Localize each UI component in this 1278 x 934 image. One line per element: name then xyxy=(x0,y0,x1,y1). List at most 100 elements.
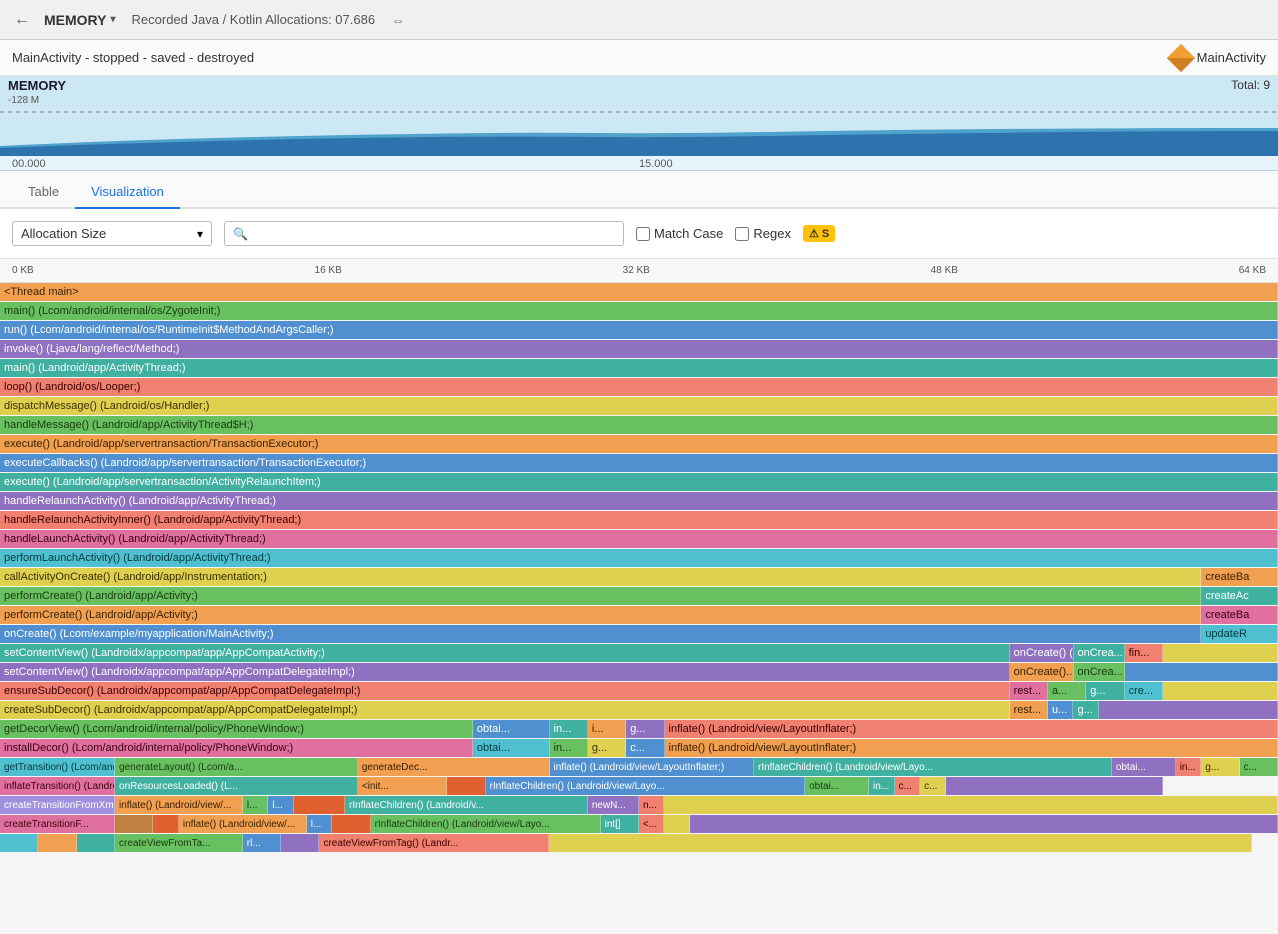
flame-block[interactable]: handleRelaunchActivity() (Landroid/app/A… xyxy=(0,492,1278,510)
flame-block[interactable]: generateLayout() (Lcom/a... xyxy=(115,758,358,776)
flame-block[interactable]: l... xyxy=(268,796,294,814)
flame-block[interactable] xyxy=(0,834,38,852)
flame-block[interactable]: cre... xyxy=(1125,682,1163,700)
match-case-checkbox[interactable] xyxy=(636,227,650,241)
flame-block[interactable]: obtai... xyxy=(473,739,550,757)
flame-block[interactable] xyxy=(946,777,1163,795)
flame-block-extra[interactable]: createBa xyxy=(1201,568,1278,586)
flame-block[interactable]: main() (Lcom/android/internal/os/ZygoteI… xyxy=(0,302,1278,320)
flame-block[interactable]: execute() (Landroid/app/servertransactio… xyxy=(0,473,1278,491)
flame-block[interactable] xyxy=(115,815,153,833)
flame-block[interactable]: createSubDecor() (Landroidx/appcompat/ap… xyxy=(0,701,1010,719)
flame-block[interactable] xyxy=(294,796,345,814)
flame-block[interactable]: in... xyxy=(869,777,895,795)
flame-block[interactable]: g... xyxy=(1201,758,1239,776)
flame-block[interactable]: handleRelaunchActivityInner() (Landroid/… xyxy=(0,511,1278,529)
flame-block[interactable]: onCrea... xyxy=(1074,663,1125,681)
memory-dropdown-arrow[interactable]: ▾ xyxy=(110,14,115,25)
flame-block[interactable]: inflate() (Landroid/view/... xyxy=(179,815,307,833)
flame-block[interactable]: performLaunchActivity() (Landroid/app/Ac… xyxy=(0,549,1278,567)
flame-block[interactable]: getDecorView() (Lcom/android/internal/po… xyxy=(0,720,473,738)
flame-block[interactable]: l... xyxy=(307,815,333,833)
flame-block[interactable]: g... xyxy=(1073,701,1099,719)
flame-block[interactable] xyxy=(549,834,1252,852)
flame-block-extra[interactable]: updateR xyxy=(1201,625,1278,643)
flame-block[interactable]: loop() (Landroid/os/Looper;) xyxy=(0,378,1278,396)
flame-block[interactable]: obtai... xyxy=(473,720,550,738)
tab-table[interactable]: Table xyxy=(12,176,75,209)
flame-block[interactable] xyxy=(447,777,485,795)
flame-block[interactable]: <Thread main> xyxy=(0,283,1278,301)
flame-block[interactable]: l... xyxy=(243,796,269,814)
flame-block[interactable] xyxy=(332,815,370,833)
flame-block[interactable]: rest... xyxy=(1010,701,1048,719)
flame-block[interactable]: setContentView() (Landroidx/appcompat/ap… xyxy=(0,644,1010,662)
flame-block[interactable]: inflate() (Landroid/view/LayoutInflater;… xyxy=(550,758,754,776)
flame-block[interactable]: g... xyxy=(1086,682,1124,700)
search-input[interactable] xyxy=(252,226,615,241)
flame-block[interactable] xyxy=(281,834,319,852)
flame-block[interactable]: g... xyxy=(588,739,626,757)
flame-block[interactable] xyxy=(1125,663,1278,681)
flame-block[interactable] xyxy=(77,834,115,852)
flame-block[interactable]: createTransitionFromXml(... xyxy=(0,796,115,814)
flame-block[interactable]: performCreate() (Landroid/app/Activity;) xyxy=(0,606,1201,624)
flame-block[interactable]: onResourcesLoaded() (L... xyxy=(115,777,358,795)
flame-block[interactable]: inflate() (Landroid/view/LayoutInflater;… xyxy=(665,739,1278,757)
flame-block[interactable]: dispatchMessage() (Landroid/os/Handler;) xyxy=(0,397,1278,415)
flame-block[interactable]: onCreate() (Landroid... xyxy=(1010,644,1074,662)
flame-block[interactable] xyxy=(690,815,1278,833)
flame-block[interactable]: <init... xyxy=(358,777,447,795)
tab-visualization[interactable]: Visualization xyxy=(75,176,180,209)
flame-block[interactable]: in... xyxy=(550,720,588,738)
flame-block[interactable]: execute() (Landroid/app/servertransactio… xyxy=(0,435,1278,453)
flame-block[interactable]: u... xyxy=(1048,701,1074,719)
flame-block[interactable]: rInflateChildren() (Landroid/v... xyxy=(345,796,588,814)
flame-block[interactable]: run() (Lcom/android/internal/os/RuntimeI… xyxy=(0,321,1278,339)
flame-block-extra[interactable]: createBa xyxy=(1201,606,1278,624)
back-button[interactable]: ← xyxy=(8,6,36,34)
flame-block[interactable]: fin... xyxy=(1125,644,1163,662)
flame-block[interactable] xyxy=(1163,644,1278,662)
flame-block[interactable] xyxy=(664,815,690,833)
flame-block[interactable]: installDecor() (Lcom/android/internal/po… xyxy=(0,739,473,757)
flame-block[interactable]: g... xyxy=(626,720,664,738)
flame-block[interactable] xyxy=(38,834,76,852)
flame-block[interactable]: ensureSubDecor() (Landroidx/appcompat/ap… xyxy=(0,682,1010,700)
flame-block[interactable]: getTransition() (Lcom/andr... xyxy=(0,758,115,776)
flame-block[interactable]: inflateTransition() (Landroid... xyxy=(0,777,115,795)
flame-block[interactable]: callActivityOnCreate() (Landroid/app/Ins… xyxy=(0,568,1201,586)
flame-block[interactable] xyxy=(153,815,179,833)
flame-block[interactable]: onCreate() (Lcom/example/myapplication/M… xyxy=(0,625,1201,643)
flame-block[interactable]: onCrea... xyxy=(1074,644,1125,662)
flame-block[interactable]: obtai... xyxy=(805,777,869,795)
flame-block[interactable]: createViewFromTag() (Landr... xyxy=(319,834,549,852)
flame-block[interactable]: n... xyxy=(639,796,665,814)
fit-icon[interactable]: ⇔ xyxy=(391,12,405,28)
flame-block[interactable] xyxy=(1099,701,1278,719)
flame-block[interactable]: a... xyxy=(1048,682,1086,700)
flame-block[interactable]: int[] xyxy=(601,815,639,833)
flame-block[interactable]: onCreate()... xyxy=(1010,663,1074,681)
regex-checkbox[interactable] xyxy=(735,227,749,241)
flame-block[interactable]: handleMessage() (Landroid/app/ActivityTh… xyxy=(0,416,1278,434)
flame-block[interactable]: executeCallbacks() (Landroid/app/servert… xyxy=(0,454,1278,472)
flame-block[interactable]: main() (Landroid/app/ActivityThread;) xyxy=(0,359,1278,377)
flame-block[interactable]: in... xyxy=(550,739,588,757)
flame-block[interactable] xyxy=(664,796,1277,814)
flame-block[interactable] xyxy=(1163,682,1278,700)
flame-block[interactable]: obtai... xyxy=(1112,758,1176,776)
flame-block[interactable]: createViewFromTa... xyxy=(115,834,243,852)
flame-block[interactable]: in... xyxy=(1176,758,1202,776)
flame-block[interactable]: rl... xyxy=(243,834,281,852)
flame-block-extra[interactable]: createAc xyxy=(1201,587,1278,605)
flame-block[interactable]: inflate() (Landroid/view/LayoutInflater;… xyxy=(665,720,1278,738)
flame-block[interactable]: c... xyxy=(920,777,946,795)
flame-block[interactable]: inflate() (Landroid/view/... xyxy=(115,796,243,814)
flame-block[interactable]: i... xyxy=(588,720,626,738)
flame-block[interactable]: c... xyxy=(626,739,664,757)
flame-block[interactable]: handleLaunchActivity() (Landroid/app/Act… xyxy=(0,530,1278,548)
flame-block[interactable]: rest... xyxy=(1010,682,1048,700)
flame-block[interactable]: rInflateChildren() (Landroid/view/Layo..… xyxy=(486,777,806,795)
flame-block[interactable]: rInflateChildren() (Landroid/view/Layo..… xyxy=(754,758,1112,776)
